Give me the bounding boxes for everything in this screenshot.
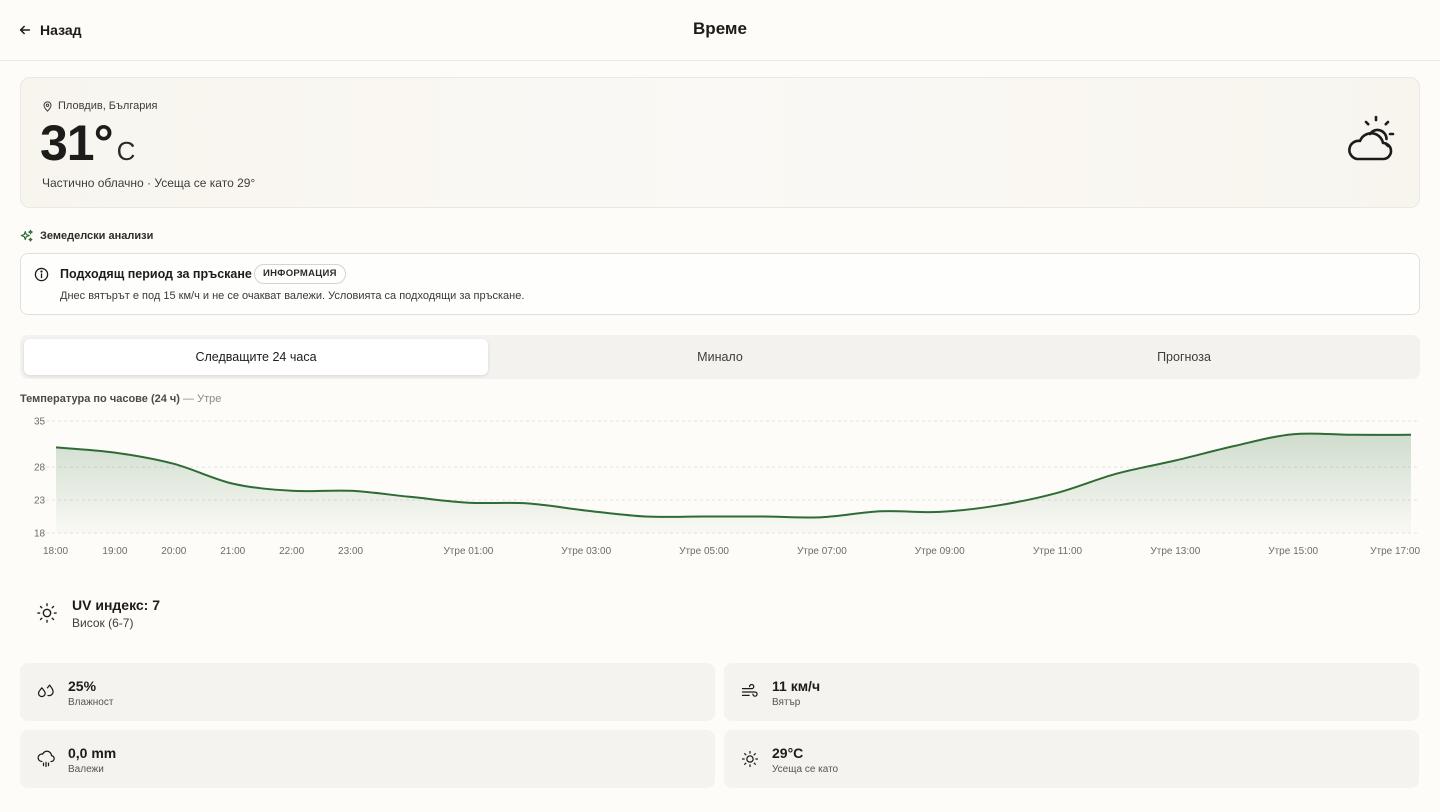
- page-title: Време: [693, 19, 747, 38]
- x-tick-label: Утре 13:00: [1150, 546, 1200, 557]
- partly-cloudy-icon: [1348, 115, 1395, 161]
- x-tick-label: Утре 11:00: [1033, 546, 1083, 557]
- condition-line: Частично облачно · Усеща се като 29°: [42, 176, 256, 190]
- location: Пловдив, България: [42, 100, 157, 112]
- sun-icon: [741, 750, 759, 768]
- x-tick-label: 22:00: [279, 546, 304, 557]
- y-tick-label: 28: [34, 463, 46, 474]
- temperature-value: 31°: [40, 115, 114, 171]
- x-tick-label: Утре 01:00: [443, 546, 493, 557]
- tab-next-24h[interactable]: Следващите 24 часа: [24, 339, 488, 375]
- x-tick-label: Утре 15:00: [1268, 546, 1318, 557]
- current-weather-card: Пловдив, България 31° C Частично облачно…: [20, 77, 1420, 208]
- agri-heading-label: Земеделски анализи: [40, 230, 154, 242]
- humidity-label: Влажност: [68, 697, 114, 708]
- cloud-rain-icon: [37, 750, 55, 768]
- uv-level: Висок (6-7): [72, 616, 134, 630]
- wind-card: 11 км/ч Вятър: [724, 663, 1419, 721]
- chart-subtitle: — Утре: [183, 393, 222, 405]
- x-tick-label: Утре 07:00: [797, 546, 847, 557]
- chart-title-text: Температура по часове (24 ч): [20, 393, 180, 405]
- top-bar: Назад Време: [0, 0, 1440, 61]
- wind-icon: [741, 683, 758, 697]
- tab-past[interactable]: Минало: [488, 339, 952, 375]
- x-tick-label: Утре 17:00: [1370, 546, 1420, 557]
- feels-like-card: 29°C Усеща се като: [724, 730, 1419, 788]
- period-tabs: Следващите 24 часа Минало Прогноза: [20, 335, 1420, 379]
- precipitation-value: 0,0 mm: [68, 745, 117, 761]
- droplets-icon: [37, 684, 54, 698]
- x-tick-label: Утре 03:00: [561, 546, 611, 557]
- tab-forecast[interactable]: Прогноза: [952, 339, 1416, 375]
- humidity-card: 25% Влажност: [20, 663, 715, 721]
- feels-like-value: 29°C: [772, 745, 804, 761]
- sparkles-icon: [20, 229, 33, 242]
- precipitation-card: 0,0 mm Валежи: [20, 730, 715, 788]
- x-tick-label: Утре 05:00: [679, 546, 729, 557]
- y-axis-ticks: 35 28 23 18: [34, 417, 46, 540]
- sun-icon: [37, 603, 57, 623]
- y-tick-label: 23: [34, 496, 46, 507]
- x-tick-label: 18:00: [43, 546, 68, 557]
- y-tick-label: 18: [34, 529, 46, 540]
- location-label: Пловдив, България: [58, 100, 158, 112]
- uv-value: UV индекс: 7: [72, 597, 161, 613]
- alert-description: Днес вятърът е под 15 км/ч и не се очакв…: [60, 290, 525, 302]
- temperature-area: [56, 433, 1411, 533]
- temperature: 31° C: [40, 114, 135, 172]
- x-tick-label: Утре 09:00: [915, 546, 965, 557]
- x-tick-label: 21:00: [220, 546, 245, 557]
- spray-window-alert: Подходящ период за пръскане ИНФОРМАЦИЯ Д…: [20, 253, 1420, 315]
- hourly-temperature-chart: 35 28 23 18 18:00 19:00 20:00 21:00 22:00 23:00 У…: [34, 417, 1420, 558]
- x-axis-ticks: 18:00 19:00 20:00 21:00 22:00 23:00 Утре 01:00…: [43, 546, 1420, 557]
- wind-label: Вятър: [772, 697, 801, 708]
- x-tick-label: 20:00: [161, 546, 186, 557]
- info-icon: [34, 267, 49, 282]
- x-tick-label: 23:00: [338, 546, 363, 557]
- x-tick-label: 19:00: [102, 546, 127, 557]
- feels-like-label: Усеща се като: [772, 764, 839, 775]
- agri-insights-heading: Земеделски анализи: [20, 229, 153, 243]
- alert-title: Подходящ период за пръскане: [60, 267, 252, 281]
- humidity-value: 25%: [68, 678, 97, 694]
- info-badge: ИНФОРМАЦИЯ: [254, 264, 346, 284]
- chart-title: Температура по часове (24 ч) — Утре: [20, 393, 221, 405]
- map-pin-icon: [43, 100, 52, 112]
- temperature-unit: C: [116, 136, 136, 166]
- wind-value: 11 км/ч: [772, 678, 821, 694]
- precipitation-label: Валежи: [68, 764, 104, 775]
- y-tick-label: 35: [34, 417, 46, 428]
